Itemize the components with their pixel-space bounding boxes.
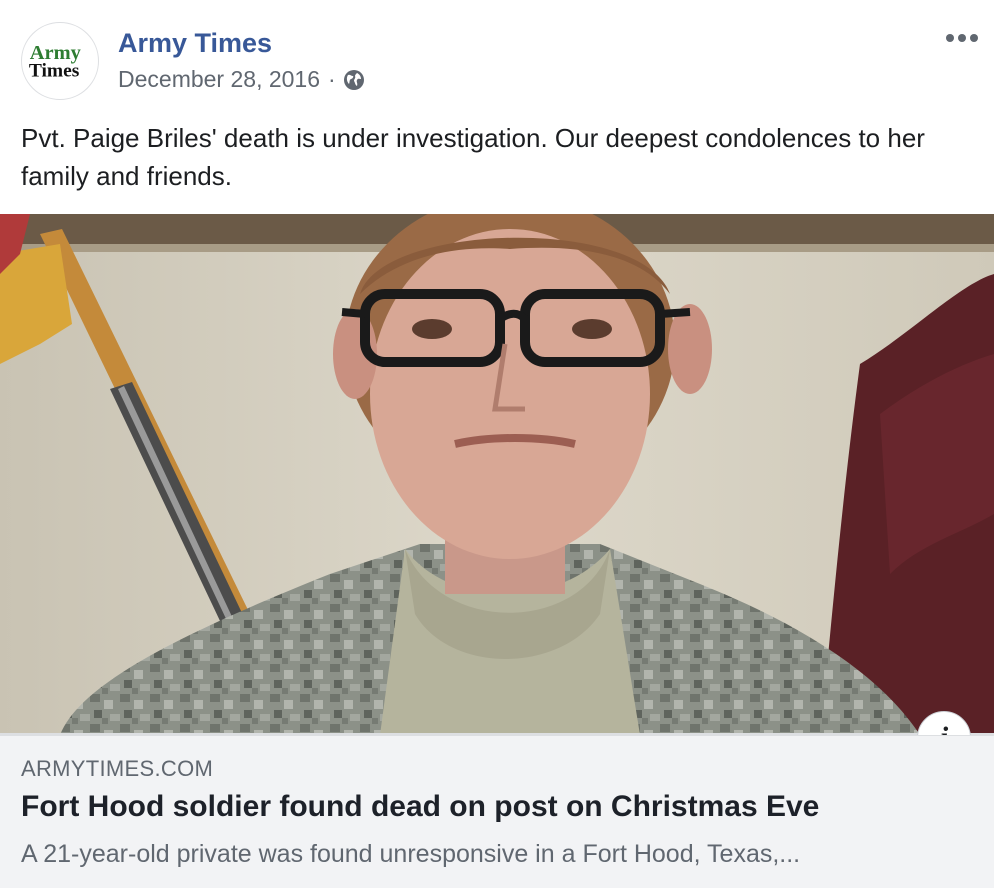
facebook-post: Army Times Army Times December 28, 2016 … [0, 0, 994, 888]
link-info[interactable]: ARMYTIMES.COM Fort Hood soldier found de… [0, 735, 994, 888]
article-photo[interactable] [0, 214, 994, 735]
meta-separator: · [328, 66, 336, 92]
link-preview-card[interactable]: i ARMYTIMES.COM Fort Hood soldier found … [0, 214, 994, 888]
link-headline[interactable]: Fort Hood soldier found dead on post on … [21, 790, 819, 824]
post-date[interactable]: December 28, 2016 [118, 66, 320, 93]
post-header: Army Times Army Times December 28, 2016 … [0, 0, 994, 110]
globe-icon[interactable] [342, 68, 366, 92]
logo-text-times: Times [29, 61, 80, 82]
page-name-link[interactable]: Army Times [118, 28, 272, 59]
post-text: Pvt. Paige Briles' death is under invest… [21, 123, 925, 191]
page-avatar[interactable]: Army Times [21, 22, 99, 100]
more-options-icon[interactable] [940, 24, 984, 52]
link-description: A 21-year-old private was found unrespon… [21, 840, 801, 868]
link-domain: ARMYTIMES.COM [21, 756, 214, 781]
post-meta: December 28, 2016 · [118, 66, 366, 93]
army-times-logo: Army Times [29, 42, 82, 82]
